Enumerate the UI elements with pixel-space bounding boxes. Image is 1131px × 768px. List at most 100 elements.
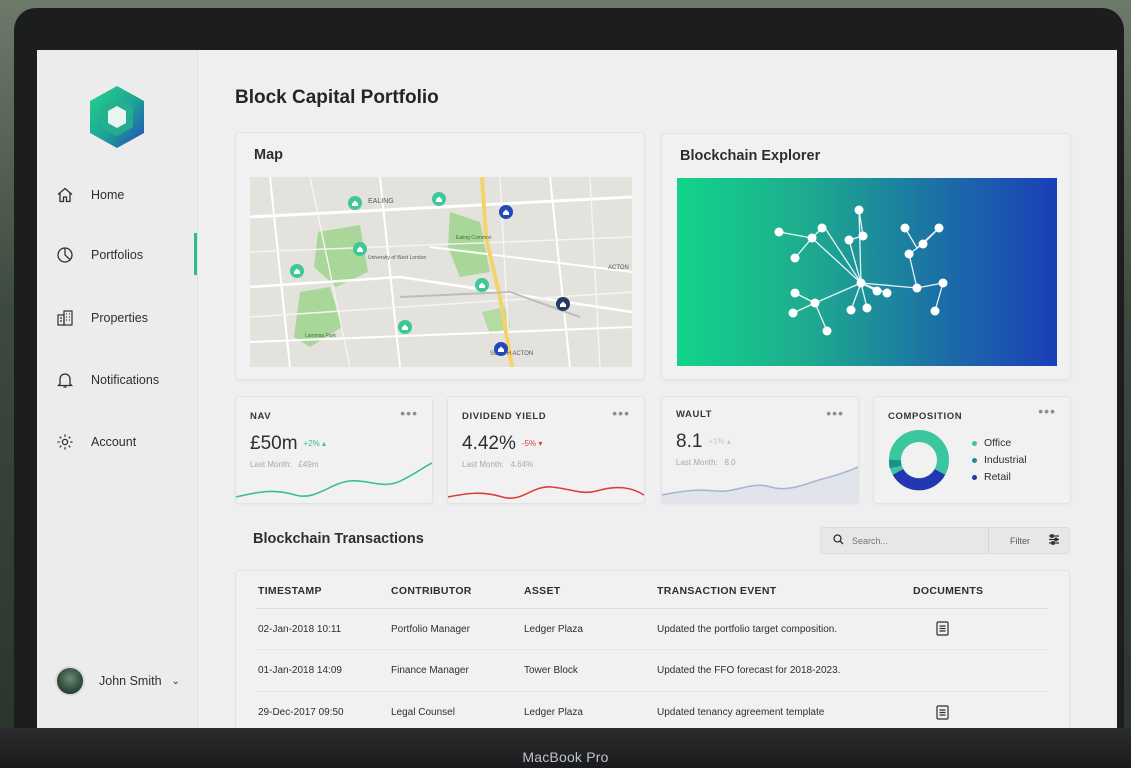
arrow-down-icon: ▾ <box>538 439 543 449</box>
sidebar-item-portfolios[interactable]: Portfolios <box>55 243 143 267</box>
cell-timestamp: 02-Jan-2018 10:11 <box>258 624 342 635</box>
column-header-documents[interactable]: DOCUMENTS <box>913 585 983 597</box>
filter-button[interactable]: Filter <box>1010 536 1030 546</box>
composition-title: COMPOSITION <box>888 411 963 422</box>
map-label-ealing: EALING <box>368 198 394 205</box>
map-marker-icon[interactable] <box>475 278 489 292</box>
cell-timestamp: 01-Jan-2018 14:09 <box>258 665 342 676</box>
cell-asset: Ledger Plaza <box>524 707 583 718</box>
nav-sparkline <box>236 462 432 498</box>
transactions-title: Blockchain Transactions <box>253 531 424 547</box>
pie-chart-icon <box>55 245 75 265</box>
metric-title: WAULT <box>676 409 713 420</box>
map-marker-icon[interactable] <box>432 192 446 206</box>
map-marker-icon[interactable] <box>398 320 412 334</box>
column-header-asset[interactable]: ASSET <box>524 585 561 597</box>
metric-value-text: 8.1 <box>676 431 703 452</box>
blockchain-graph[interactable] <box>677 178 1057 366</box>
map-marker-icon[interactable] <box>353 242 367 256</box>
legend-label: Retail <box>984 471 1011 483</box>
metric-value: 8.1 +1% ▴ <box>676 431 731 453</box>
legend-dot <box>972 457 977 463</box>
more-options-icon[interactable]: ••• <box>612 405 630 421</box>
legend-item-industrial: Industrial <box>972 454 1027 466</box>
building-icon <box>55 308 75 328</box>
sidebar-item-notifications[interactable]: Notifications <box>55 368 159 392</box>
app-screen: Home Portfolios Properties Notifications <box>37 50 1117 728</box>
logo-icon <box>90 86 144 148</box>
map-marker-icon[interactable] <box>348 196 362 210</box>
row-divider <box>256 649 1048 650</box>
composition-card: COMPOSITION ••• Office Industrial Retail <box>873 396 1071 504</box>
user-name: John Smith <box>99 674 162 688</box>
metric-delta-text: +2% <box>303 439 320 449</box>
column-header-transaction-event[interactable]: TRANSACTION EVENT <box>657 585 776 597</box>
document-icon[interactable] <box>936 705 949 725</box>
sidebar: Home Portfolios Properties Notifications <box>37 50 198 728</box>
legend-dot <box>972 440 977 446</box>
metric-value-text: 4.42% <box>462 433 516 454</box>
composition-donut-chart[interactable] <box>888 429 950 491</box>
map-label-lammas-park: Lammas Park <box>305 333 336 339</box>
wault-sparkline <box>662 466 858 503</box>
divider <box>988 527 989 554</box>
row-divider <box>256 691 1048 692</box>
explorer-card-title: Blockchain Explorer <box>680 148 821 164</box>
map-view[interactable]: EALING Ealing Common University of West … <box>250 177 632 367</box>
more-options-icon[interactable]: ••• <box>1038 403 1056 419</box>
map-card: Map EALING Ealing Common University of W… <box>235 132 645 380</box>
legend-dot <box>972 474 977 480</box>
dividend-yield-sparkline <box>448 486 644 500</box>
sidebar-item-properties[interactable]: Properties <box>55 306 148 330</box>
map-marker-icon[interactable] <box>499 205 513 219</box>
sliders-icon[interactable] <box>1048 534 1060 547</box>
chevron-down-icon: ⌄ <box>171 675 180 687</box>
sidebar-item-label: Notifications <box>91 373 160 387</box>
metric-card-dividend-yield: DIVIDEND YIELD ••• 4.42% -5% ▾ Last Month… <box>447 396 645 504</box>
column-header-contributor[interactable]: CONTRIBUTOR <box>391 585 472 597</box>
search-icon <box>833 534 844 547</box>
map-marker-icon[interactable] <box>556 297 570 311</box>
sidebar-item-label: Portfolios <box>91 248 144 262</box>
search-bar: Filter <box>820 527 1070 554</box>
metric-title: DIVIDEND YIELD <box>462 411 547 422</box>
active-nav-indicator <box>194 233 197 275</box>
sidebar-item-label: Home <box>91 188 125 202</box>
cell-asset: Tower Block <box>524 665 578 676</box>
metric-delta: -5% ▾ <box>522 439 542 448</box>
sidebar-item-home[interactable]: Home <box>55 183 124 207</box>
map-marker-icon[interactable] <box>494 342 508 356</box>
cell-event: Updated the FFO forecast for 2018-2023. <box>657 665 841 676</box>
legend-label: Office <box>984 437 1012 449</box>
search-input[interactable] <box>852 535 980 546</box>
map-marker-icon[interactable] <box>290 264 304 278</box>
column-header-timestamp[interactable]: TIMESTAMP <box>258 585 322 597</box>
blockchain-explorer-card: Blockchain Explorer <box>661 133 1071 380</box>
transactions-table: TIMESTAMP CONTRIBUTOR ASSET TRANSACTION … <box>235 570 1070 728</box>
map-label-acton: ACTON <box>608 265 629 271</box>
sidebar-item-label: Account <box>91 435 137 449</box>
metric-title: NAV <box>250 411 272 422</box>
legend-item-office: Office <box>972 437 1027 449</box>
arrow-up-icon: ▴ <box>726 437 731 447</box>
more-options-icon[interactable]: ••• <box>826 405 844 421</box>
composition-legend: Office Industrial Retail <box>972 437 1027 488</box>
sidebar-item-account[interactable]: Account <box>55 430 136 454</box>
map-label-ealing-common: Ealing Common <box>456 235 492 241</box>
page-title: Block Capital Portfolio <box>235 87 439 108</box>
header-divider <box>256 608 1048 609</box>
cell-contributor: Portfolio Manager <box>391 624 470 635</box>
arrow-up-icon: ▴ <box>322 439 327 449</box>
metric-card-nav: NAV ••• £50m +2% ▴ Last Month: £49m <box>235 396 433 504</box>
device-label: MacBook Pro <box>522 749 609 765</box>
user-menu[interactable]: John Smith ⌄ <box>55 666 180 696</box>
metric-delta: +1% ▴ <box>708 437 730 446</box>
document-icon[interactable] <box>936 621 949 641</box>
cell-contributor: Finance Manager <box>391 665 469 676</box>
legend-label: Industrial <box>984 454 1027 466</box>
sidebar-item-label: Properties <box>91 311 148 325</box>
cell-event: Updated tenancy agreement template <box>657 707 825 718</box>
metric-card-wault: WAULT ••• 8.1 +1% ▴ Last Month: 8.0 <box>661 396 859 504</box>
cell-contributor: Legal Counsel <box>391 707 455 718</box>
more-options-icon[interactable]: ••• <box>400 405 418 421</box>
